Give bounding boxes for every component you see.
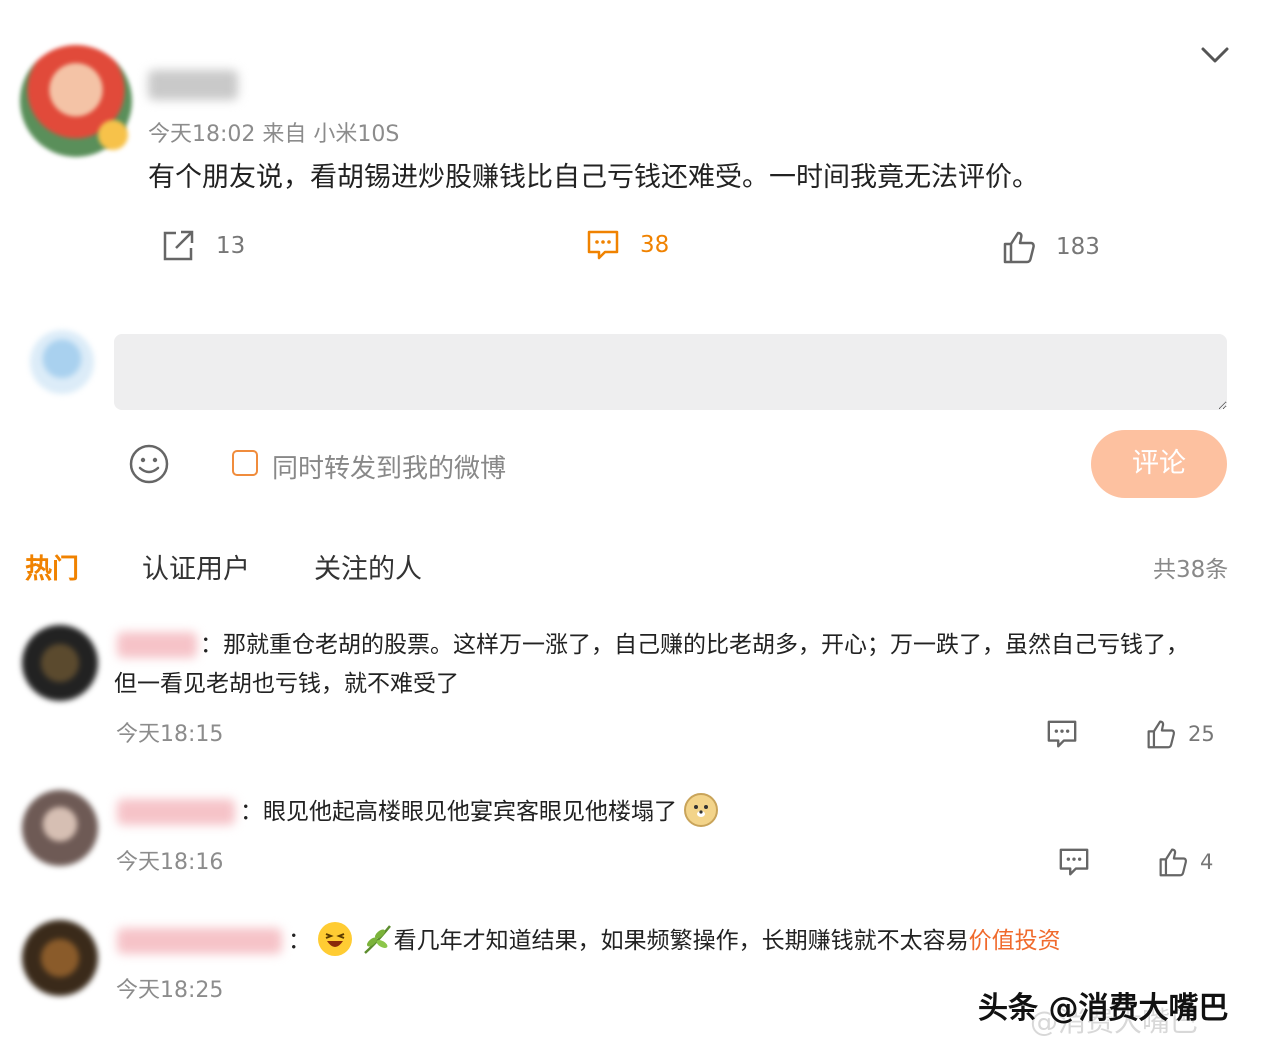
post-text: 有个朋友说，看胡锡进炒股赚钱比自己亏钱还难受。一时间我竟无法评价。: [148, 162, 1039, 193]
comment-separator: ：: [288, 928, 311, 954]
comment-like-count: 25: [1188, 722, 1215, 746]
like-button[interactable]: 183: [1002, 230, 1100, 264]
repost-count: 13: [216, 233, 246, 259]
chevron-down-icon[interactable]: [1198, 40, 1232, 70]
tab-following[interactable]: 关注的人: [314, 547, 422, 586]
plant-emoji-icon: [360, 922, 394, 956]
comment-time: 今天18:15: [116, 722, 224, 747]
comment-count: 38: [640, 232, 670, 258]
comment-input[interactable]: [114, 334, 1227, 410]
reply-comment-icon[interactable]: [1046, 718, 1078, 750]
like-count: 183: [1056, 234, 1100, 260]
verified-badge-icon: [98, 120, 128, 150]
laughing-emoji-icon: [318, 922, 353, 956]
commenter-avatar[interactable]: [22, 790, 98, 866]
comment-text: 眼见他起高楼眼见他宴宾客眼见他楼塌了: [263, 799, 677, 825]
commenter-name[interactable]: [117, 799, 235, 825]
post-meta: 今天18:02 来自 小米10S: [148, 122, 400, 147]
comment-time: 今天18:16: [116, 850, 224, 875]
tab-hot[interactable]: 热门: [25, 547, 79, 586]
doge-emoji-icon: [684, 793, 719, 827]
post-author-name[interactable]: [148, 70, 238, 100]
comment-body: ： 看几年才知道结果，如果频繁操作，长期赚钱就不太容易价值投资: [288, 922, 1061, 961]
comment-icon: [587, 230, 619, 260]
comment-separator: ：: [240, 799, 263, 825]
comment-text: 那就重仓老胡的股票。这样万一涨了，自己赚的比老胡多，开心；万一跌了，虽然自己亏钱…: [114, 632, 1189, 697]
comment-body: ：眼见他起高楼眼见他宴宾客眼见他楼塌了: [240, 793, 719, 832]
commenter-name[interactable]: [117, 928, 282, 954]
current-user-avatar: [30, 330, 94, 394]
thumbs-up-icon: [1147, 720, 1176, 749]
comment-like-button[interactable]: 4: [1158, 847, 1213, 877]
topic-link[interactable]: 价值投资: [969, 928, 1061, 954]
share-icon: [163, 230, 194, 261]
commenter-avatar[interactable]: [22, 625, 98, 701]
tab-verified-users[interactable]: 认证用户: [142, 547, 250, 586]
comment-body: ：那就重仓老胡的股票。这样万一涨了，自己赚的比老胡多，开心；万一跌了，虽然自己亏…: [114, 626, 1204, 704]
reply-comment-icon[interactable]: [1058, 846, 1090, 878]
comment-like-count: 4: [1200, 850, 1214, 874]
watermark: 头条 @消费大嘴巴: [978, 991, 1229, 1026]
repost-checkbox[interactable]: [232, 450, 258, 476]
comment-button[interactable]: 38: [586, 228, 669, 262]
thumbs-up-icon: [1159, 848, 1188, 877]
comment-text: 看几年才知道结果，如果频繁操作，长期赚钱就不太容易: [393, 928, 969, 954]
commenter-avatar[interactable]: [22, 920, 98, 996]
comment-like-button[interactable]: 25: [1146, 719, 1215, 749]
repost-button[interactable]: 13: [160, 228, 245, 264]
repost-checkbox-label: 同时转发到我的微博: [272, 454, 507, 484]
comment-time: 今天18:25: [116, 978, 224, 1003]
thumbs-up-icon: [1003, 231, 1035, 264]
comment-separator: ：: [200, 632, 223, 658]
total-comment-count: 共38条: [1153, 557, 1229, 583]
submit-comment-button[interactable]: 评论: [1091, 430, 1227, 498]
emoji-icon[interactable]: [128, 443, 170, 485]
